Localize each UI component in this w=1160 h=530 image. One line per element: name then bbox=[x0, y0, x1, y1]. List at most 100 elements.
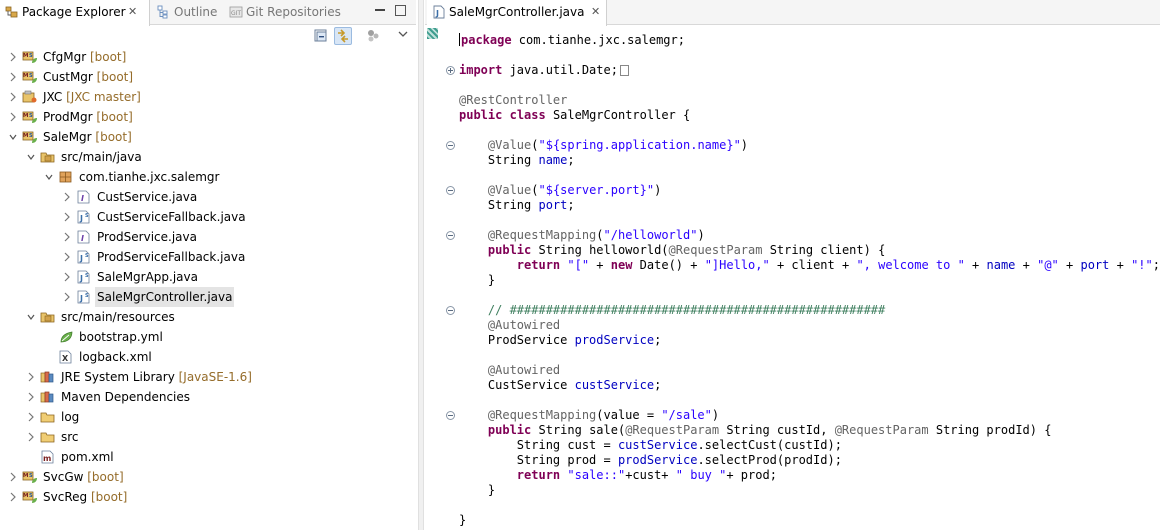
link-with-editor-icon[interactable] bbox=[334, 27, 352, 45]
svg-text:S: S bbox=[85, 273, 89, 279]
tab-git-repositories-label: Git Repositories bbox=[246, 5, 341, 19]
svg-text:I: I bbox=[81, 194, 84, 203]
code-line[interactable]: @RequestMapping(value = "/sale") bbox=[459, 408, 719, 423]
chevron-right-icon[interactable] bbox=[8, 107, 18, 127]
tree-item-name: SaleMgr bbox=[43, 130, 92, 144]
view-splitter[interactable] bbox=[418, 0, 424, 530]
code-line[interactable]: public class SaleMgrController { bbox=[459, 108, 690, 123]
code-line[interactable]: return "[" + new Date() + "]Hello," + cl… bbox=[459, 258, 1160, 273]
code-text: ; bbox=[654, 333, 662, 347]
chevron-right-icon[interactable] bbox=[8, 67, 18, 87]
tree-item-name: CustMgr bbox=[43, 70, 93, 84]
code-text: java.util.Date; bbox=[502, 63, 618, 77]
code-text: String sale( bbox=[531, 423, 626, 437]
code-text: + client + bbox=[769, 258, 857, 272]
code-line[interactable]: String name; bbox=[459, 153, 575, 168]
code-text: + bbox=[589, 258, 611, 272]
chevron-right-icon[interactable] bbox=[8, 487, 18, 507]
code-line[interactable]: @Value("${server.port}") bbox=[459, 183, 661, 198]
code-line[interactable]: String prod = prodService.selectProd(pro… bbox=[459, 453, 842, 468]
code-text: String client) { bbox=[762, 243, 886, 257]
tab-salemgrcontroller-java[interactable]: J SaleMgrController.java ✕ bbox=[427, 0, 607, 26]
chevron-down-icon[interactable] bbox=[8, 127, 18, 147]
collapse-fold-icon[interactable] bbox=[446, 306, 455, 315]
code-string: "@" bbox=[1037, 258, 1059, 272]
tree-item-decoration: [boot] bbox=[92, 110, 133, 124]
view-menu-chevron-down-icon[interactable] bbox=[396, 27, 414, 45]
chevron-right-icon[interactable] bbox=[62, 247, 72, 267]
code-line[interactable]: return "sale::"+cust+ " buy "+ prod; bbox=[459, 468, 777, 483]
chevron-right-icon[interactable] bbox=[62, 207, 72, 227]
expand-fold-icon[interactable] bbox=[446, 66, 455, 75]
chevron-right-icon[interactable] bbox=[26, 427, 36, 447]
chevron-right-icon[interactable] bbox=[26, 407, 36, 427]
code-annotation: @Value bbox=[487, 183, 532, 197]
source-folder-icon bbox=[40, 310, 56, 324]
collapse-fold-icon[interactable] bbox=[446, 231, 455, 240]
collapse-fold-icon[interactable] bbox=[446, 411, 455, 420]
tree-item-name: src/main/resources bbox=[61, 310, 175, 324]
text-caret bbox=[459, 33, 460, 46]
code-line[interactable]: } bbox=[459, 513, 466, 528]
code-line[interactable]: public String sale(@RequestParam String … bbox=[459, 423, 1052, 438]
svg-text:M: M bbox=[23, 473, 28, 479]
collapse-fold-icon[interactable] bbox=[446, 141, 455, 150]
code-text: ; bbox=[567, 198, 575, 212]
code-line[interactable]: String port; bbox=[459, 198, 575, 213]
chevron-right-icon[interactable] bbox=[26, 387, 36, 407]
maven-pom-icon: m bbox=[40, 450, 56, 464]
code-text: ; bbox=[654, 378, 662, 392]
tree-item-label: Maven Dependencies bbox=[61, 387, 190, 407]
folded-region-icon[interactable] bbox=[619, 65, 629, 76]
chevron-right-icon[interactable] bbox=[62, 227, 72, 247]
chevron-down-icon[interactable] bbox=[26, 147, 36, 167]
tab-package-explorer[interactable]: Package Explorer ✕ bbox=[0, 0, 150, 26]
close-icon[interactable]: ✕ bbox=[591, 0, 600, 24]
focus-on-active-task-icon[interactable] bbox=[364, 27, 382, 45]
collapse-fold-icon[interactable] bbox=[446, 186, 455, 195]
git-project-icon bbox=[22, 90, 38, 104]
collapse-all-icon[interactable] bbox=[312, 27, 330, 45]
editor-left-ruler bbox=[425, 25, 439, 530]
code-line[interactable]: package com.tianhe.jxc.salemgr; bbox=[459, 33, 685, 48]
chevron-right-icon[interactable] bbox=[8, 47, 18, 67]
code-line[interactable]: CustService custService; bbox=[459, 378, 661, 393]
code-line[interactable]: } bbox=[459, 483, 495, 498]
chevron-right-icon[interactable] bbox=[62, 287, 72, 307]
chevron-right-icon[interactable] bbox=[62, 267, 72, 287]
tree-item-label: src/main/resources bbox=[61, 307, 175, 327]
tree-item-label: SaleMgr [boot] bbox=[43, 127, 132, 147]
chevron-right-icon[interactable] bbox=[8, 467, 18, 487]
java-spring-file-icon: JS bbox=[76, 290, 92, 304]
chevron-right-icon[interactable] bbox=[26, 367, 36, 387]
code-line[interactable]: @Autowired bbox=[459, 318, 560, 333]
code-text: + bbox=[1058, 258, 1081, 272]
tree-item-name: ProdService.java bbox=[97, 230, 197, 244]
folder-icon bbox=[40, 410, 56, 424]
tab-outline[interactable]: Outline bbox=[152, 0, 217, 25]
code-line[interactable]: } bbox=[459, 273, 495, 288]
svg-text:S: S bbox=[29, 113, 33, 119]
code-line[interactable]: // #####################################… bbox=[459, 303, 885, 318]
code-text: ) bbox=[654, 183, 662, 197]
chevron-right-icon[interactable] bbox=[62, 187, 72, 207]
code-line[interactable]: @Autowired bbox=[459, 363, 560, 378]
code-line[interactable]: @RequestMapping("/helloworld") bbox=[459, 228, 705, 243]
maximize-icon[interactable] bbox=[395, 5, 406, 16]
svg-text:I: I bbox=[81, 234, 84, 243]
code-line[interactable]: String cust = custService.selectCust(cus… bbox=[459, 438, 842, 453]
tab-git-repositories[interactable]: GIT Git Repositories bbox=[224, 0, 341, 25]
code-line[interactable]: @Value("${spring.application.name}") bbox=[459, 138, 748, 153]
chevron-right-icon[interactable] bbox=[8, 87, 18, 107]
chevron-down-icon[interactable] bbox=[26, 307, 36, 327]
code-line[interactable]: ProdService prodService; bbox=[459, 333, 661, 348]
minimize-icon[interactable] bbox=[374, 4, 386, 18]
code-keyword: class bbox=[509, 108, 546, 122]
code-line[interactable]: public String helloworld(@RequestParam S… bbox=[459, 243, 885, 258]
code-line[interactable]: import java.util.Date; bbox=[459, 63, 629, 78]
close-icon[interactable]: ✕ bbox=[128, 0, 137, 24]
code-line[interactable]: @RestController bbox=[459, 93, 567, 108]
svg-text:M: M bbox=[23, 133, 28, 139]
chevron-down-icon[interactable] bbox=[44, 167, 54, 187]
